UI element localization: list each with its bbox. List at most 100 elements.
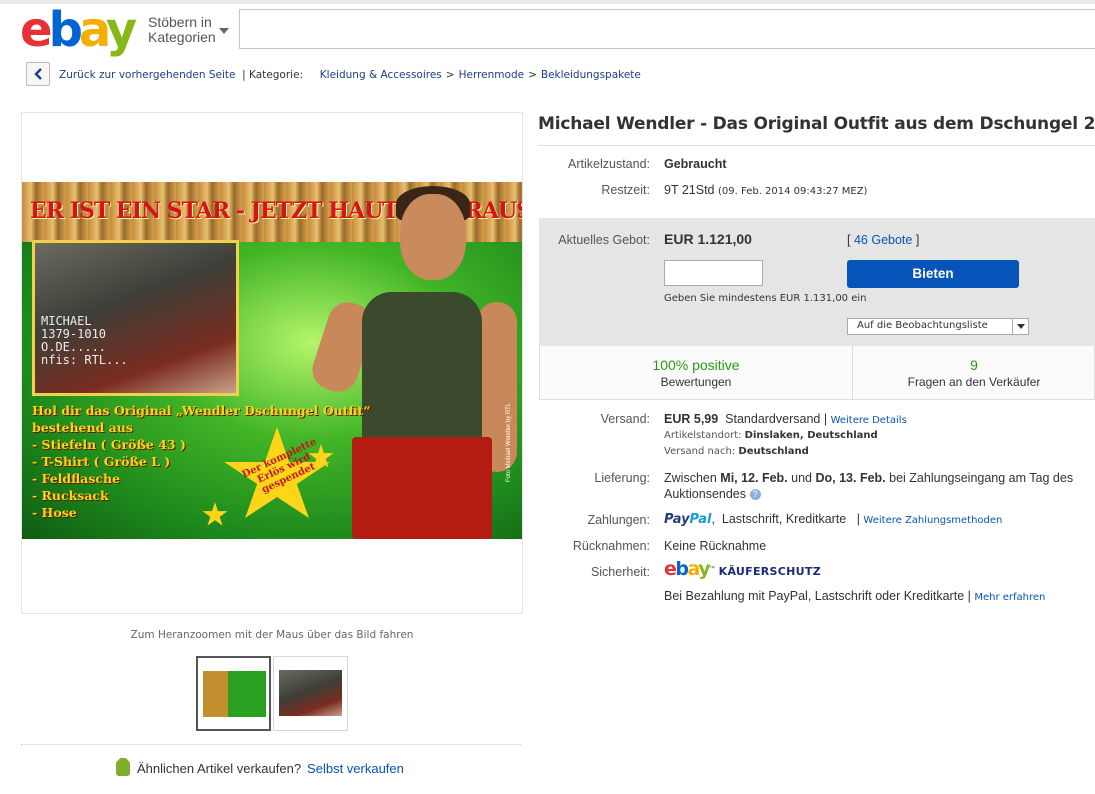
breadcrumb-separator: > xyxy=(528,69,537,81)
questions-to-seller[interactable]: 9 Fragen an den Verkäufer xyxy=(852,357,1095,389)
shipping-details-link[interactable]: Weitere Details xyxy=(831,415,907,426)
returns-value: Keine Rücknahme xyxy=(664,539,767,553)
logo-letter-a: a xyxy=(687,558,700,580)
delivery-suffix: bei Zahlungseingang am Tag des xyxy=(889,471,1074,485)
end-time: (09. Feb. 2014 09:43:27 MEZ) xyxy=(718,186,868,197)
divider xyxy=(21,744,521,745)
current-bid-price: EUR 1.121,00 xyxy=(664,231,752,247)
positive-feedback[interactable]: 100% positive Bewertungen xyxy=(540,357,852,389)
item-location: Artikelstandort: Dinslaken, Deutschland xyxy=(664,430,878,441)
delivery-line2: Auktionsendes ? xyxy=(664,487,761,501)
person-head xyxy=(400,194,466,280)
ships-to: Versand nach: Deutschland xyxy=(664,446,809,457)
browse-line1: Stöbern in xyxy=(148,14,212,30)
delivery-line1: Zwischen Mi, 12. Feb. und Do, 13. Feb. b… xyxy=(664,471,1073,485)
photo-text: MICHAEL 1379-1010 O.DE..... nfis: RTL... xyxy=(41,315,128,367)
logo-letter-y: y xyxy=(698,558,710,580)
browse-line2: Kategorien xyxy=(148,29,216,45)
breadcrumb-separator: > xyxy=(445,69,455,81)
bid-history-link[interactable]: 46 Gebote xyxy=(854,233,912,247)
positive-value: 100% positive xyxy=(652,357,740,373)
returns-label: Rücknahmen: xyxy=(572,539,650,553)
bid-count: [ 46 Gebote ] xyxy=(847,233,919,247)
breadcrumb-item-herrenmode[interactable]: Herrenmode xyxy=(459,69,524,81)
security-description: Bei Bezahlung mit PayPal, Lastschrift od… xyxy=(664,589,971,603)
bracket: [ xyxy=(847,233,851,247)
person-shirt xyxy=(362,292,482,442)
payments-sep: | xyxy=(856,512,860,526)
thumbnail-image xyxy=(279,670,342,716)
location-value: Dinslaken, Deutschland xyxy=(744,430,878,441)
payments-label: Zahlungen: xyxy=(587,513,650,527)
promo-list-line: - Rucksack xyxy=(32,488,109,503)
sell-yourself-link[interactable]: Selbst verkaufen xyxy=(307,761,404,776)
bracket: ] xyxy=(915,233,920,247)
promo-headline: ER IST EIN STAR - JETZT HAUT ER'S RAUS xyxy=(30,198,522,224)
learn-more-link[interactable]: Mehr erfahren xyxy=(974,592,1045,603)
promo-photo-inset: MICHAEL 1379-1010 O.DE..... nfis: RTL... xyxy=(32,240,239,396)
security-text: Bei Bezahlung mit PayPal, Lastschrift od… xyxy=(664,589,1045,603)
questions-count: 9 xyxy=(970,357,978,373)
logo-letter-b: b xyxy=(48,2,83,58)
ships-to-label: Versand nach: xyxy=(664,446,736,457)
delivery-date1: Mi, 12. Feb. xyxy=(720,471,788,485)
ebay-logo[interactable]: ebay xyxy=(20,4,140,56)
payments-row: PayPal, Lastschrift, Kreditkarte | Weite… xyxy=(664,512,1003,527)
shipping-method: Standardversand | xyxy=(725,412,828,426)
location-label: Artikelstandort: xyxy=(664,430,742,441)
sell-similar: Ähnlichen Artikel verkaufen? Selbst verka… xyxy=(137,761,404,776)
delivery-date2: Do, 13. Feb. xyxy=(815,471,886,485)
breadcrumb-item-kleidung[interactable]: Kleidung & Accessoires xyxy=(320,69,442,81)
chevron-down-icon[interactable] xyxy=(219,28,229,34)
bid-button[interactable]: Bieten xyxy=(847,260,1019,288)
current-bid-label: Aktuelles Gebot: xyxy=(558,233,650,247)
logo-letter-a: a xyxy=(78,2,110,58)
min-bid-hint: Geben Sie mindestens EUR 1.131,00 ein xyxy=(664,293,867,304)
back-link[interactable]: Zurück zur vorhergehenden Seite xyxy=(59,69,235,81)
shipping-label: Versand: xyxy=(600,412,650,426)
shipping-price: EUR 5,99 xyxy=(664,412,719,426)
security-label: Sicherheit: xyxy=(590,565,650,579)
promo-list-line: Hol dir das Original „Wendler Dschungel … xyxy=(32,403,371,418)
breadcrumb: Zurück zur vorhergehenden Seite | Katego… xyxy=(59,69,641,81)
promo-list-line: bestehend aus xyxy=(32,420,133,435)
breadcrumb-item-bekleidungspakete[interactable]: Bekleidungspakete xyxy=(541,69,641,81)
main-product-image[interactable]: ER IST EIN STAR - JETZT HAUT ER'S RAUS M… xyxy=(22,182,522,539)
person-pants xyxy=(352,437,492,539)
payment-methods: Lastschrift, Kreditkarte xyxy=(721,512,847,526)
top-border xyxy=(0,0,1095,4)
paypal-logo: PayPal xyxy=(664,512,711,527)
delivery-label: Lieferung: xyxy=(594,471,650,485)
buyer-protection-logo: ebay™ KÄUFERSCHUTZ xyxy=(664,558,821,580)
positive-caption: Bewertungen xyxy=(660,375,732,389)
logo-letter-b: b xyxy=(675,558,689,580)
browse-categories-button[interactable]: Stöbern in Kategorien xyxy=(148,15,216,45)
help-icon[interactable]: ? xyxy=(749,489,761,500)
paypal-pay: Pay xyxy=(664,512,690,527)
paypal-pal: Pal xyxy=(689,512,712,527)
thumbnail-1[interactable] xyxy=(196,656,271,731)
time-left-label: Restzeit: xyxy=(601,183,650,197)
condition-value: Gebraucht xyxy=(664,157,727,171)
chevron-down-icon[interactable] xyxy=(1012,319,1028,334)
add-to-watchlist-button[interactable]: Auf die Beobachtungsliste xyxy=(847,318,1029,335)
delivery-prefix: Zwischen xyxy=(664,471,717,485)
search-input[interactable] xyxy=(239,9,1095,49)
zoom-hint: Zum Heranzoomen mit der Maus über das Bi… xyxy=(130,629,414,641)
bid-amount-input[interactable] xyxy=(664,260,763,286)
back-button[interactable] xyxy=(26,62,50,86)
time-left-value: 9T 21Std xyxy=(664,183,715,197)
photo-credit: Foto Michael Wendler by RTL xyxy=(506,402,512,482)
sell-question: Ähnlichen Artikel verkaufen? xyxy=(137,761,302,776)
thumbnail-image xyxy=(203,671,266,717)
condition-label: Artikelzustand: xyxy=(568,157,650,171)
ebay-logo-small: ebay xyxy=(664,558,711,580)
logo-letter-y: y xyxy=(105,2,137,58)
category-label: | Kategorie: xyxy=(242,69,304,81)
seller-stats: 100% positive Bewertungen 9 Fragen an de… xyxy=(539,346,1095,400)
thumbnail-2[interactable] xyxy=(273,656,348,731)
photo-text-line: nfis: RTL... xyxy=(41,353,128,367)
more-payments-link[interactable]: Weitere Zahlungsmethoden xyxy=(863,515,1002,526)
watchlist-label: Auf die Beobachtungsliste xyxy=(857,320,988,331)
promo-list-line: - Hose xyxy=(32,505,77,520)
